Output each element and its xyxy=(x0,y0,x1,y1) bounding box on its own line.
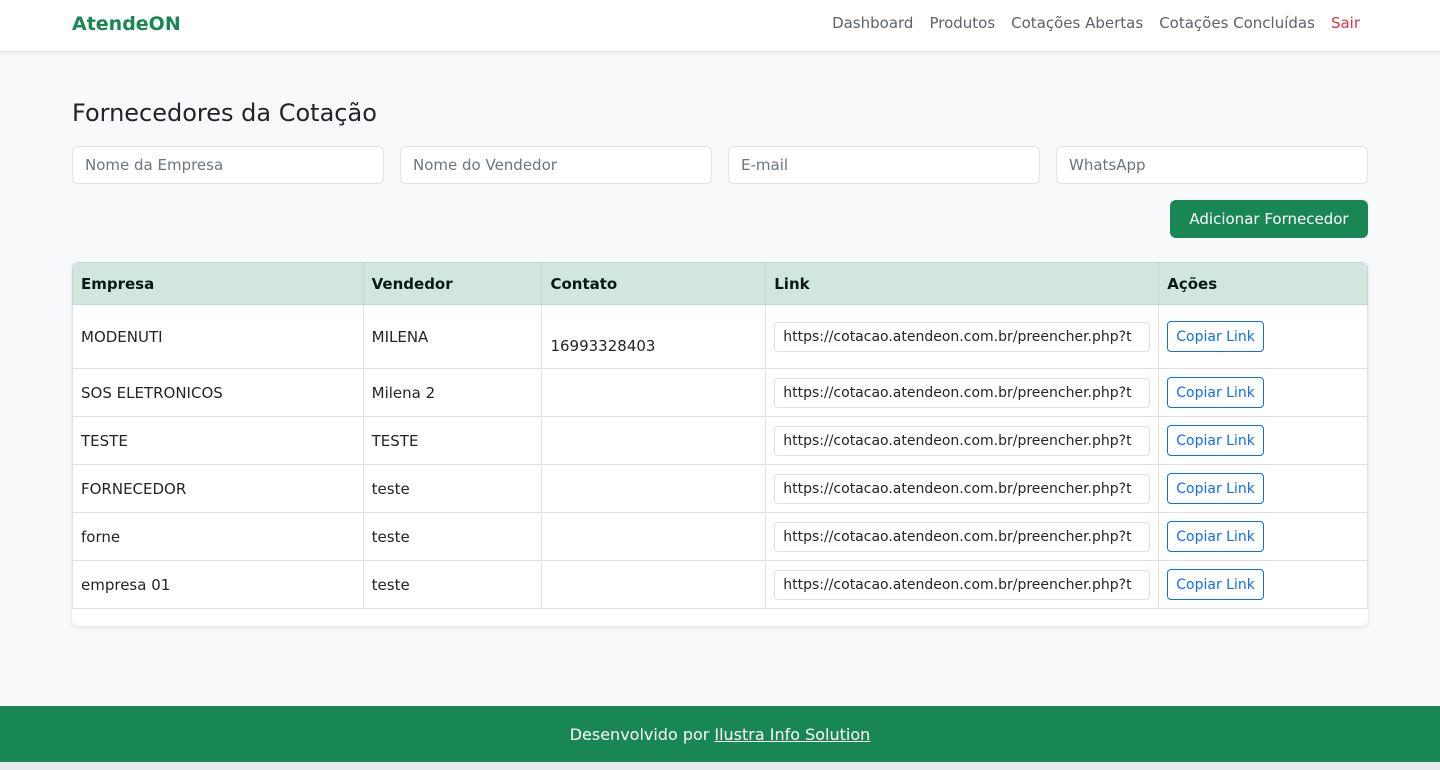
table-header-row: Empresa Vendedor Contato Link Ações xyxy=(72,262,1368,305)
cell-vendedor: Milena 2 xyxy=(362,368,543,417)
header-acoes: Ações xyxy=(1158,262,1368,305)
email-input[interactable] xyxy=(728,146,1040,184)
nav-logout[interactable]: Sair xyxy=(1331,14,1360,32)
footer-prefix: Desenvolvido por xyxy=(569,724,710,744)
cell-contato xyxy=(541,464,767,513)
header-contato: Contato xyxy=(541,262,767,305)
table-row: FORNECEDOR teste Copiar Link xyxy=(72,464,1368,513)
table-row: empresa 01 teste Copiar Link xyxy=(72,560,1368,609)
copy-link-button[interactable]: Copiar Link xyxy=(1167,377,1264,408)
cell-vendedor: teste xyxy=(362,512,543,561)
header-link: Link xyxy=(765,262,1160,305)
cell-acoes: Copiar Link xyxy=(1158,304,1368,369)
copy-link-button[interactable]: Copiar Link xyxy=(1167,521,1264,552)
bottom-strip xyxy=(0,762,1440,770)
table-row: SOS ELETRONICOS Milena 2 Copiar Link xyxy=(72,368,1368,417)
footer: Desenvolvido por Ilustra Info Solution xyxy=(0,706,1440,762)
nav-cotacoes-abertas[interactable]: Cotações Abertas xyxy=(1011,14,1143,32)
table-row: MODENUTI MILENA 16993328403 Copiar Link xyxy=(72,304,1368,369)
cell-link xyxy=(765,416,1160,465)
link-field[interactable] xyxy=(774,377,1151,408)
add-supplier-button[interactable]: Adicionar Fornecedor xyxy=(1170,200,1368,238)
cell-acoes: Copiar Link xyxy=(1158,512,1368,561)
link-field[interactable] xyxy=(774,569,1151,600)
nav-produtos[interactable]: Produtos xyxy=(929,14,995,32)
copy-link-button[interactable]: Copiar Link xyxy=(1167,321,1264,352)
cell-acoes: Copiar Link xyxy=(1158,464,1368,513)
nav-cotacoes-concluidas[interactable]: Cotações Concluídas xyxy=(1159,14,1315,32)
cell-link xyxy=(765,368,1160,417)
cell-contato xyxy=(541,560,767,609)
table-row: forne teste Copiar Link xyxy=(72,512,1368,561)
page-title: Fornecedores da Cotação xyxy=(72,99,377,127)
header-vendedor: Vendedor xyxy=(362,262,543,305)
cell-link xyxy=(765,560,1160,609)
cell-vendedor: teste xyxy=(362,560,543,609)
seller-name-input[interactable] xyxy=(400,146,712,184)
link-field[interactable] xyxy=(774,321,1151,352)
brand-logo[interactable]: AtendeON xyxy=(72,13,181,35)
cell-empresa: forne xyxy=(72,512,364,561)
cell-acoes: Copiar Link xyxy=(1158,560,1368,609)
cell-empresa: TESTE xyxy=(72,416,364,465)
nav-links: Dashboard Produtos Cotações Abertas Cota… xyxy=(832,14,1360,32)
company-name-input[interactable] xyxy=(72,146,384,184)
top-navbar: AtendeON Dashboard Produtos Cotações Abe… xyxy=(0,0,1440,52)
nav-dashboard[interactable]: Dashboard xyxy=(832,14,913,32)
suppliers-table: Empresa Vendedor Contato Link Ações MODE… xyxy=(72,262,1368,609)
cell-vendedor: MILENA xyxy=(362,304,543,369)
link-field[interactable] xyxy=(774,473,1151,504)
cell-contato xyxy=(541,368,767,417)
cell-contato: 16993328403 xyxy=(541,304,767,369)
cell-empresa: empresa 01 xyxy=(72,560,364,609)
table-row: TESTE TESTE Copiar Link xyxy=(72,416,1368,465)
cell-empresa: MODENUTI xyxy=(72,304,364,369)
copy-link-button[interactable]: Copiar Link xyxy=(1167,569,1264,600)
link-field[interactable] xyxy=(774,425,1151,456)
cell-acoes: Copiar Link xyxy=(1158,416,1368,465)
cell-empresa: FORNECEDOR xyxy=(72,464,364,513)
cell-link xyxy=(765,304,1160,369)
copy-link-button[interactable]: Copiar Link xyxy=(1167,473,1264,504)
cell-link xyxy=(765,512,1160,561)
cell-vendedor: TESTE xyxy=(362,416,543,465)
supplier-form xyxy=(72,146,1368,184)
link-field[interactable] xyxy=(774,521,1151,552)
footer-developer-link[interactable]: Ilustra Info Solution xyxy=(714,725,870,744)
cell-empresa: SOS ELETRONICOS xyxy=(72,368,364,417)
header-empresa: Empresa xyxy=(72,262,364,305)
cell-contato xyxy=(541,416,767,465)
copy-link-button[interactable]: Copiar Link xyxy=(1167,425,1264,456)
suppliers-table-card: Empresa Vendedor Contato Link Ações MODE… xyxy=(72,262,1368,626)
cell-link xyxy=(765,464,1160,513)
cell-vendedor: teste xyxy=(362,464,543,513)
cell-acoes: Copiar Link xyxy=(1158,368,1368,417)
cell-contato xyxy=(541,512,767,561)
whatsapp-input[interactable] xyxy=(1056,146,1368,184)
